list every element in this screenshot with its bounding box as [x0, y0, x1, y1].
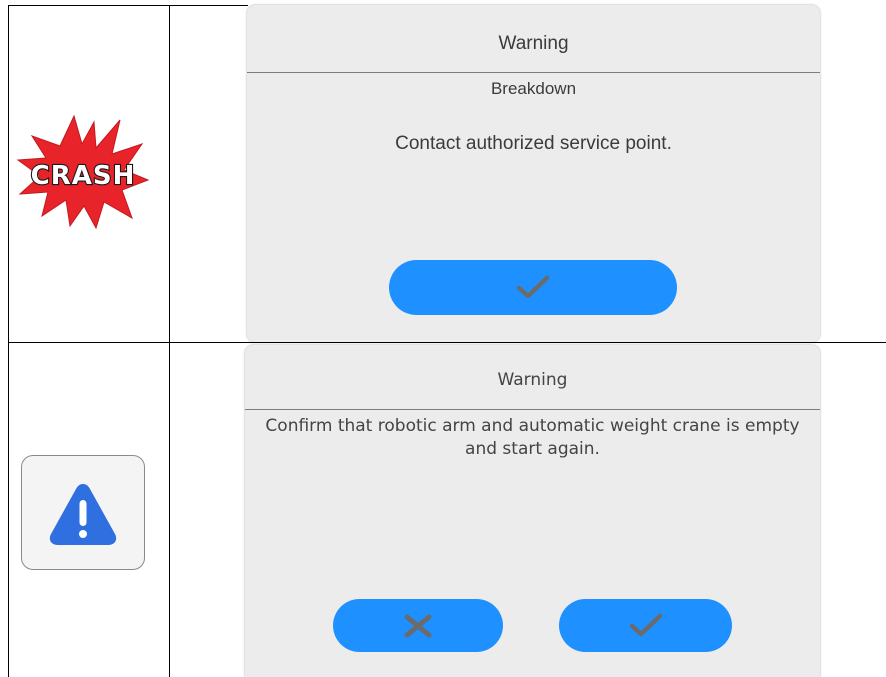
- warning-icon: [21, 455, 145, 570]
- cancel-button[interactable]: [333, 599, 503, 652]
- crash-icon: CRASH: [16, 114, 150, 230]
- table-row-divider: [8, 342, 886, 343]
- dialog-message: Confirm that robotic arm and automatic w…: [265, 416, 800, 459]
- checkmark-icon: [516, 275, 550, 298]
- table-column-divider: [169, 5, 170, 677]
- confirm-empty-warning-dialog: Warning Confirm that robotic arm and aut…: [245, 345, 820, 677]
- checkmark-icon: [629, 613, 662, 636]
- dialog-subtitle: Breakdown: [490, 79, 577, 98]
- table-top-border: [8, 5, 248, 6]
- crash-text: CRASH: [31, 161, 136, 191]
- table-left-border: [8, 5, 9, 677]
- dialog-title: Warning: [497, 370, 568, 390]
- confirm-button[interactable]: [559, 599, 732, 652]
- dialog-title: Warning: [498, 33, 569, 54]
- dialog-divider: [247, 72, 820, 73]
- confirm-button[interactable]: [389, 260, 677, 315]
- dialog-divider: [245, 409, 820, 410]
- close-icon: [404, 614, 432, 637]
- dialog-message: Contact authorized service point.: [395, 133, 672, 154]
- breakdown-warning-dialog: Warning Breakdown Contact authorized ser…: [247, 5, 820, 342]
